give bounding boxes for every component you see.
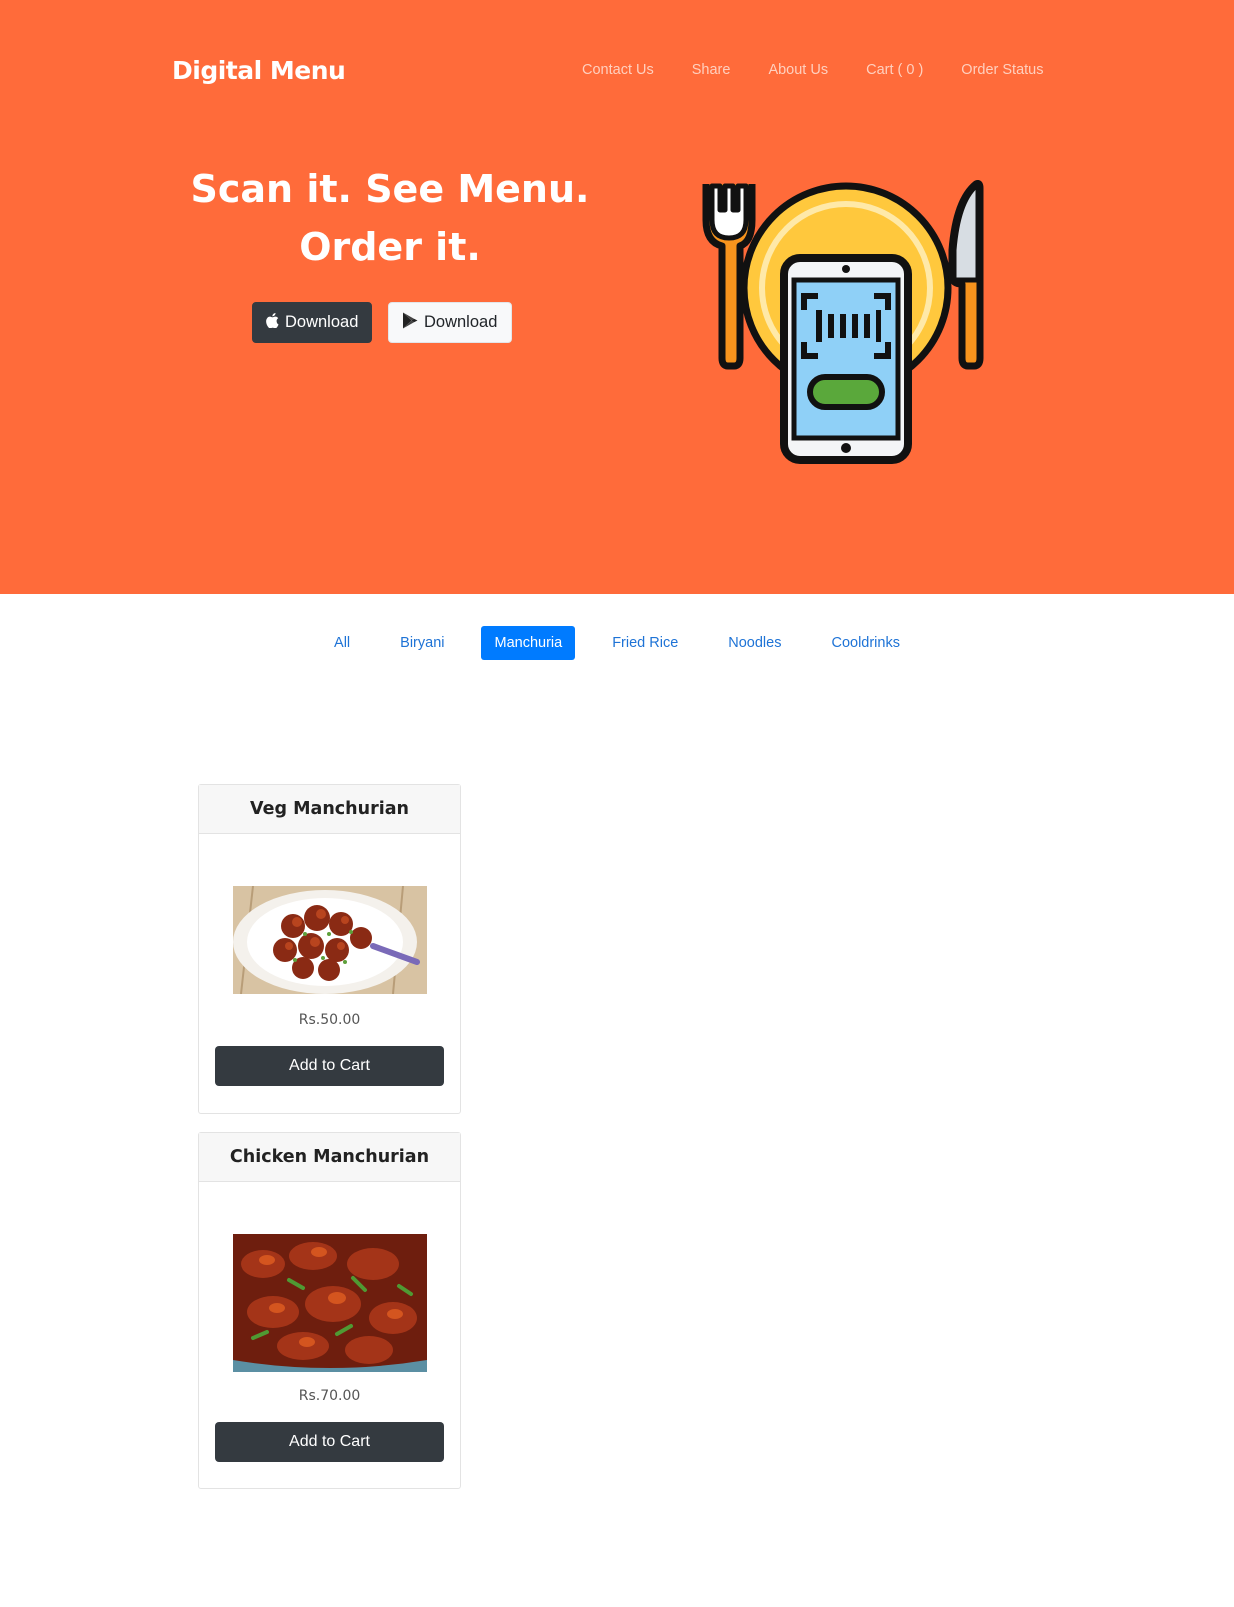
hero-section: Digital Menu Contact Us Share About Us C… [0, 0, 1234, 594]
product-name: Chicken Manchurian [199, 1133, 460, 1182]
google-play-icon [402, 312, 418, 334]
download-ios-label: Download [285, 313, 359, 331]
filter-all[interactable]: All [321, 626, 363, 660]
download-ios-button[interactable]: Download [252, 302, 372, 343]
product-card: Veg Manchurian Rs.50.00 Add to Cart [198, 784, 461, 1114]
filter-fried-rice[interactable]: Fried Rice [599, 626, 691, 660]
filter-manchuria[interactable]: Manchuria [481, 626, 576, 660]
nav-about-us[interactable]: About Us [768, 62, 828, 78]
nav-share[interactable]: Share [692, 62, 731, 78]
hero-headline: Scan it. See Menu. Order it. [150, 160, 630, 276]
filter-cooldrinks[interactable]: Cooldrinks [818, 626, 913, 660]
add-to-cart-button[interactable]: Add to Cart [215, 1046, 444, 1086]
chicken-manchurian-photo [232, 1234, 427, 1372]
nav-contact-us[interactable]: Contact Us [582, 62, 654, 78]
download-android-button[interactable]: Download [388, 302, 512, 343]
download-android-label: Download [424, 313, 498, 331]
product-price: Rs.70.00 [298, 1388, 361, 1404]
hero-headline-line2: Order it. [299, 225, 481, 269]
product-card: Chicken Manchurian Rs.70.00 Add to Cart [198, 1132, 461, 1489]
add-to-cart-button[interactable]: Add to Cart [215, 1422, 444, 1462]
brand-logo[interactable]: Digital Menu [172, 56, 346, 85]
phone-scan-plate-fork-knife-icon [700, 180, 990, 472]
product-price: Rs.50.00 [298, 1012, 361, 1028]
filter-noodles[interactable]: Noodles [715, 626, 794, 660]
apple-icon [266, 312, 279, 333]
nav-cart[interactable]: Cart ( 0 ) [866, 62, 923, 78]
product-name: Veg Manchurian [199, 785, 460, 834]
hero-headline-line1: Scan it. See Menu. [190, 167, 590, 211]
veg-manchurian-photo [232, 885, 427, 995]
top-nav: Contact Us Share About Us Cart ( 0 ) Ord… [582, 62, 1082, 78]
category-filters: All Biryani Manchuria Fried Rice Noodles… [0, 626, 1234, 660]
filter-biryani[interactable]: Biryani [387, 626, 457, 660]
nav-order-status[interactable]: Order Status [961, 62, 1043, 78]
